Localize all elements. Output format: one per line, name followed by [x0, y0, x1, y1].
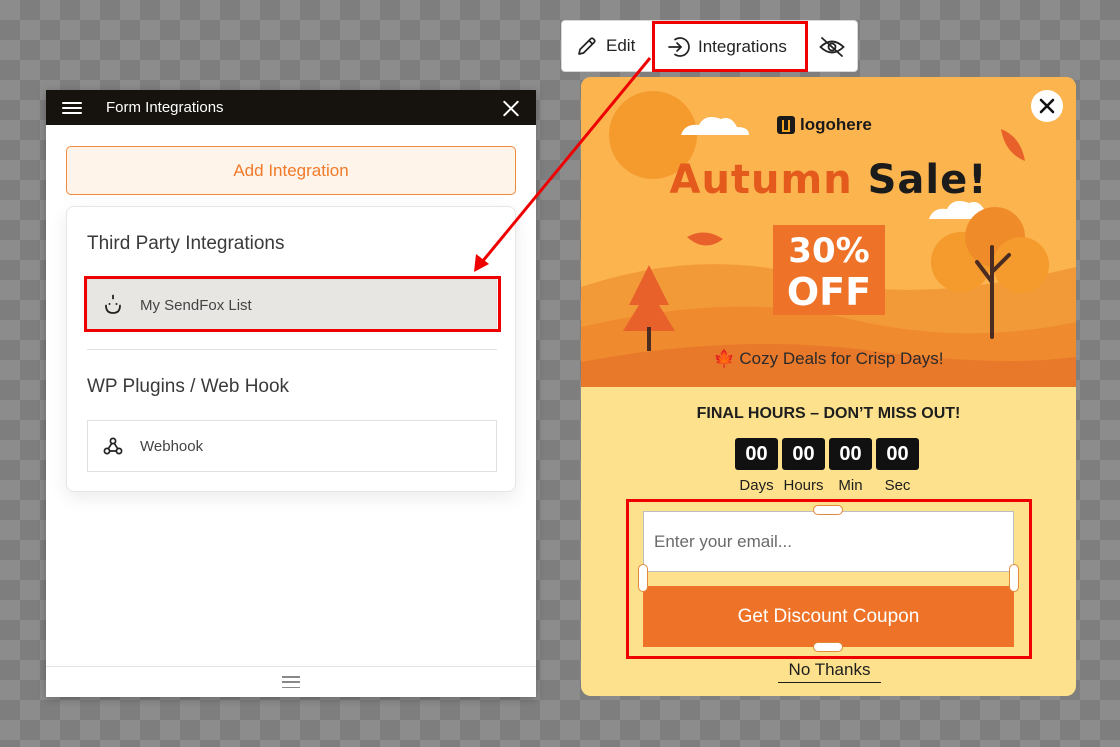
integrations-card: Third Party Integrations My SendFox List… [66, 206, 516, 492]
countdown-label: Min [838, 477, 863, 494]
section-title-wp-plugins: WP Plugins / Web Hook [87, 376, 290, 397]
countdown-timer: 00 Days 00 Hours 00 Min 00 Sec [735, 438, 919, 494]
panel-title: Form Integrations [106, 99, 224, 116]
headline-word2: Sale! [867, 157, 988, 203]
webhook-icon [102, 435, 124, 457]
form-integrations-panel: Form Integrations Add Integration Third … [46, 90, 536, 697]
countdown-days: 00 Days [735, 438, 778, 494]
countdown-label: Days [739, 477, 774, 494]
edit-label: Edit [606, 36, 636, 55]
pencil-icon [578, 37, 596, 55]
add-integration-button[interactable]: Add Integration [66, 146, 516, 195]
logo-mark-icon [777, 116, 795, 134]
section-title-third-party: Third Party Integrations [87, 233, 285, 254]
panel-header: Form Integrations [46, 90, 536, 125]
integration-item-webhook[interactable]: Webhook [87, 420, 497, 472]
element-toolbar: Edit Integrations [561, 20, 858, 72]
edit-button[interactable]: Edit [576, 35, 635, 57]
no-thanks-link[interactable]: No Thanks [778, 660, 881, 683]
popup-close-button[interactable] [1031, 90, 1063, 122]
panel-footer [46, 666, 536, 697]
resize-handle-left[interactable] [638, 564, 648, 592]
headline-word1: Autumn [669, 157, 853, 203]
logo: logohere [777, 115, 872, 135]
final-hours-heading: FINAL HOURS – DON’T MISS OUT! [696, 405, 961, 422]
countdown-value: 00 [876, 438, 919, 470]
discount-line1: 30% [788, 231, 869, 271]
hide-button[interactable] [818, 35, 854, 59]
sendfox-icon [102, 294, 124, 316]
email-field[interactable] [643, 511, 1014, 572]
resize-handle-right[interactable] [1009, 564, 1019, 592]
countdown-label: Sec [884, 477, 911, 494]
integrations-button[interactable]: Integrations [666, 35, 787, 59]
eye-off-icon [819, 37, 845, 57]
logo-text: logohere [800, 115, 872, 134]
section-divider [87, 349, 497, 350]
autumn-sale-popup: 30% OFF logohere Autumn Sale! 🍁 Cozy Dea… [581, 77, 1076, 696]
headline: Autumn Sale! [581, 157, 1076, 203]
integrations-icon [668, 37, 690, 57]
resize-handle-top[interactable] [813, 505, 843, 515]
get-discount-coupon-button[interactable]: Get Discount Coupon [643, 586, 1014, 647]
close-icon[interactable] [502, 99, 520, 117]
countdown-hours: 00 Hours [782, 438, 825, 494]
close-icon [1039, 98, 1055, 114]
tagline: 🍁 Cozy Deals for Crisp Days! [713, 349, 944, 368]
countdown-value: 00 [735, 438, 778, 470]
countdown-label: Hours [783, 477, 824, 494]
countdown-sec: 00 Sec [876, 438, 919, 494]
countdown-value: 00 [782, 438, 825, 470]
resize-handle-bottom[interactable] [813, 642, 843, 652]
countdown-min: 00 Min [829, 438, 872, 494]
integrations-label: Integrations [698, 37, 787, 56]
integration-label: My SendFox List [140, 296, 252, 314]
integration-item-sendfox[interactable]: My SendFox List [87, 279, 497, 331]
discount-line2: OFF [787, 270, 871, 314]
integration-label: Webhook [140, 437, 204, 455]
countdown-value: 00 [829, 438, 872, 470]
drag-handle-icon[interactable] [282, 676, 300, 688]
menu-icon[interactable] [62, 101, 82, 114]
